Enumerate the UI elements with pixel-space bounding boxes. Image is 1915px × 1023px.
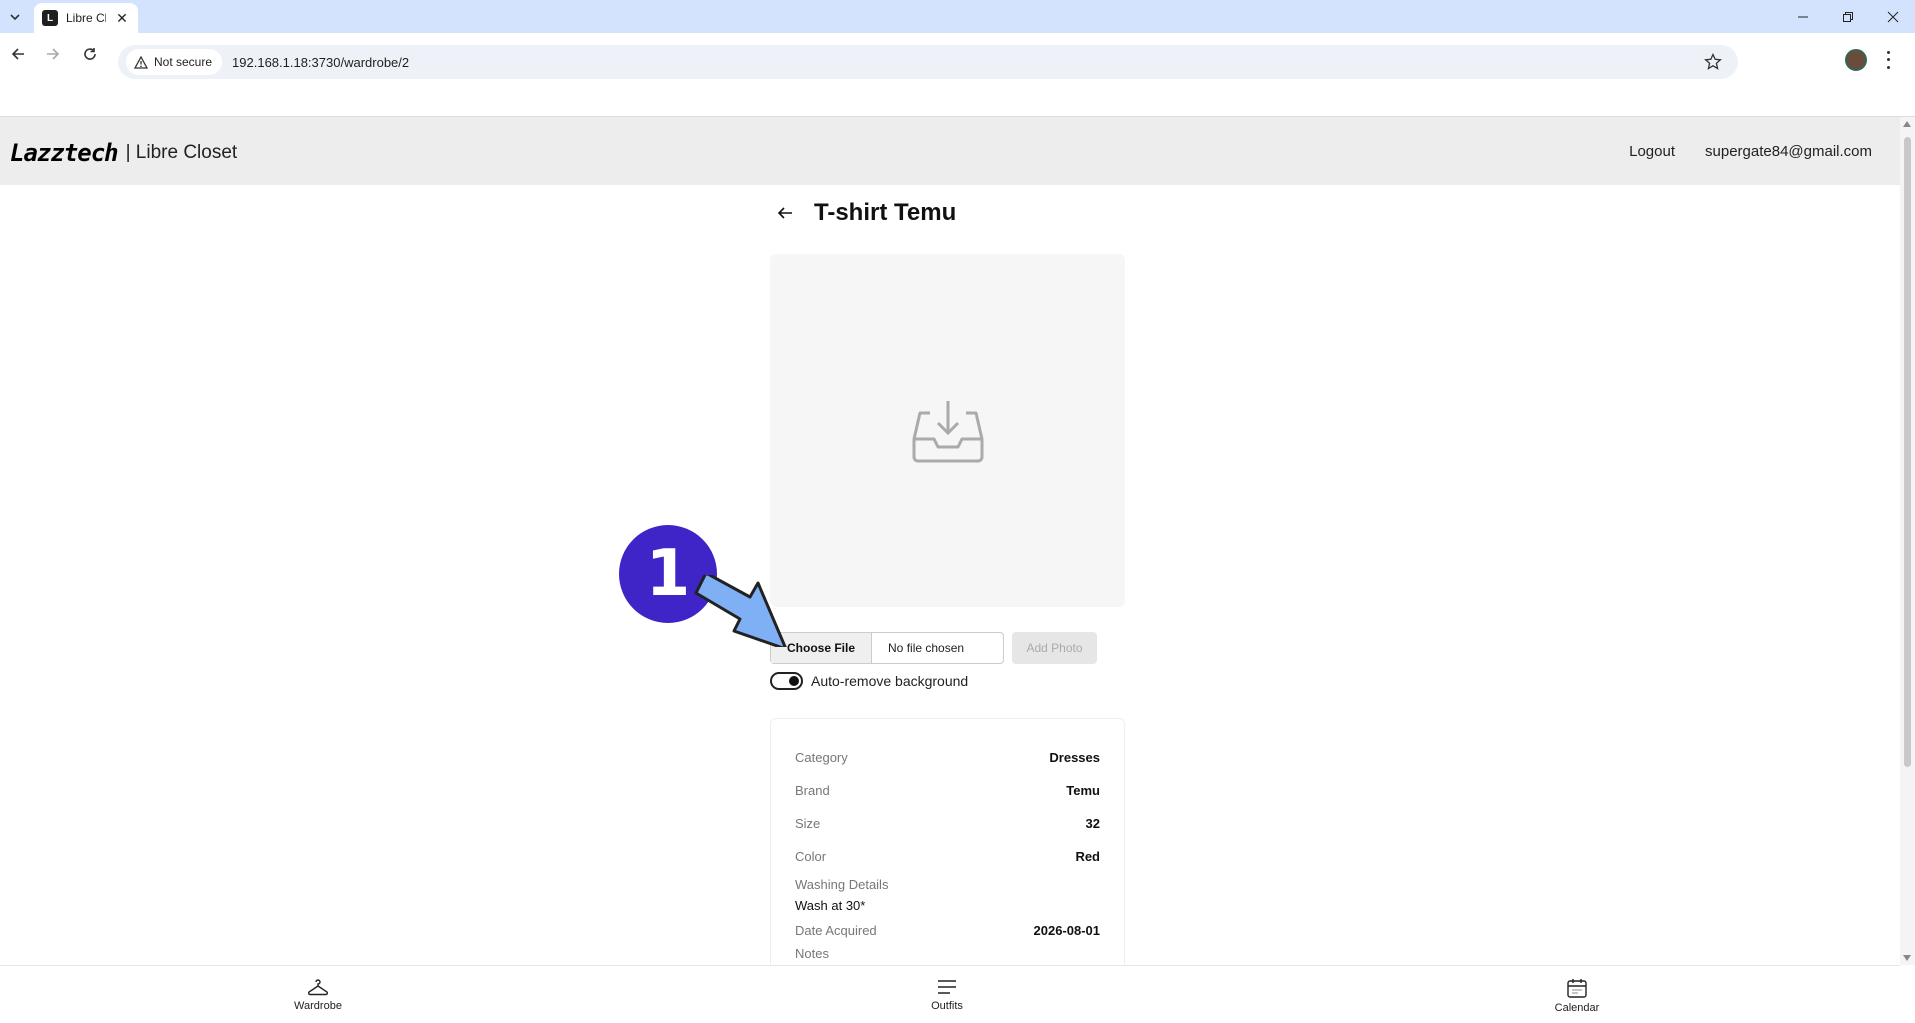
detail-label: Brand (795, 783, 830, 798)
file-upload-row: Choose File No file chosen Add Photo (770, 632, 1097, 664)
favicon-icon: L (42, 10, 58, 26)
scroll-up-icon[interactable] (1903, 121, 1911, 127)
nav-calendar[interactable]: Calendar (1537, 978, 1617, 1014)
window-controls (1780, 0, 1915, 33)
inbox-download-icon (912, 400, 983, 462)
logout-link[interactable]: Logout (1629, 143, 1675, 160)
file-input[interactable]: Choose File No file chosen (770, 632, 1004, 664)
arrow-right-icon (47, 48, 60, 60)
user-email: supergate84@gmail.com (1705, 143, 1872, 160)
scroll-thumb[interactable] (1904, 137, 1911, 767)
toggle-knob (789, 676, 799, 686)
detail-label: Date Acquired (795, 922, 877, 938)
nav-outfits[interactable]: Outfits (907, 978, 987, 1012)
address-bar[interactable]: Not secure 192.168.1.18:3730/wardrobe/2 (118, 45, 1738, 79)
auto-remove-label: Auto-remove background (811, 673, 969, 689)
bookmark-star-icon[interactable] (1704, 53, 1722, 71)
browser-toolbar: Not secure 192.168.1.18:3730/wardrobe/2 (0, 33, 1915, 117)
minimize-button[interactable] (1780, 0, 1825, 33)
nav-label: Wardrobe (294, 1000, 342, 1012)
security-label: Not secure (154, 55, 213, 69)
restore-icon (1842, 11, 1853, 22)
callout-arrow-icon (694, 575, 787, 647)
arrow-left-icon (11, 48, 24, 60)
close-icon (1887, 11, 1898, 22)
brand-logo: Lazztech (10, 139, 119, 167)
detail-label: Size (795, 816, 821, 831)
nav-label: Outfits (931, 1000, 963, 1012)
nav-label: Calendar (1554, 1002, 1600, 1014)
page-scrollbar[interactable] (1900, 117, 1915, 965)
nav-wardrobe[interactable]: Wardrobe (278, 978, 358, 1012)
url-text: 192.168.1.18:3730/wardrobe/2 (232, 54, 410, 70)
app-header: Lazztech | Libre Closet Logout supergate… (0, 117, 1900, 185)
bottom-nav: Wardrobe Outfits Calendar (0, 965, 1900, 1023)
reload-icon (84, 48, 96, 60)
detail-value: Dresses (1049, 750, 1100, 765)
tab-close-icon[interactable]: ✕ (114, 10, 130, 26)
browser-tab-strip: L Libre Cl ✕ (0, 0, 1915, 33)
minimize-icon (1797, 16, 1808, 17)
brand[interactable]: Lazztech | Libre Closet (10, 139, 237, 167)
add-photo-button[interactable]: Add Photo (1012, 632, 1097, 664)
page-title: T-shirt Temu (814, 199, 957, 226)
detail-value: Temu (1066, 783, 1100, 798)
detail-value: 32 (1085, 816, 1100, 831)
page-title-row: T-shirt Temu (770, 198, 956, 228)
forward-button[interactable] (40, 41, 66, 67)
calendar-icon (1567, 979, 1587, 998)
detail-row-brand: Brand Temu (795, 774, 1100, 807)
profile-avatar[interactable] (1845, 49, 1867, 71)
file-status: No file chosen (888, 641, 965, 655)
detail-row-size: Size 32 (795, 807, 1100, 840)
scroll-down-icon[interactable] (1903, 955, 1911, 961)
detail-label: Color (795, 849, 827, 864)
image-dropzone[interactable] (770, 254, 1125, 607)
tab-title: Libre Cl (66, 11, 106, 25)
detail-value: 2026-08-01 (1033, 922, 1101, 938)
chevron-down-icon (10, 14, 20, 21)
security-chip[interactable]: Not secure (126, 49, 223, 75)
list-icon (938, 980, 956, 994)
detail-value: Red (1075, 849, 1100, 864)
detail-row-color: Color Red (795, 840, 1100, 873)
detail-row-category: Category Dresses (795, 741, 1100, 774)
header-actions: Logout supergate84@gmail.com (1629, 143, 1872, 160)
browser-tab[interactable]: L Libre Cl ✕ (34, 3, 138, 33)
tab-search-button[interactable] (4, 6, 26, 28)
auto-remove-toggle[interactable] (770, 672, 803, 690)
notes-label: Notes (795, 946, 829, 961)
warning-icon (134, 55, 148, 69)
washing-label: Washing Details (795, 877, 889, 892)
reload-button[interactable] (77, 41, 103, 67)
back-link[interactable] (770, 198, 800, 228)
browser-menu-icon[interactable] (1882, 49, 1894, 71)
back-button[interactable] (5, 41, 31, 67)
restore-button[interactable] (1825, 0, 1870, 33)
detail-row-date: Date Acquired 2026-08-01 (795, 916, 1100, 944)
details-card: Category Dresses Brand Temu Size 32 Colo… (770, 718, 1125, 965)
auto-remove-row: Auto-remove background (770, 672, 968, 690)
detail-label: Category (795, 750, 848, 765)
hanger-icon (307, 979, 329, 996)
close-window-button[interactable] (1870, 0, 1915, 33)
arrow-left-icon (777, 207, 792, 219)
washing-value: Wash at 30* (795, 898, 866, 913)
app-name: | Libre Closet (125, 142, 238, 163)
